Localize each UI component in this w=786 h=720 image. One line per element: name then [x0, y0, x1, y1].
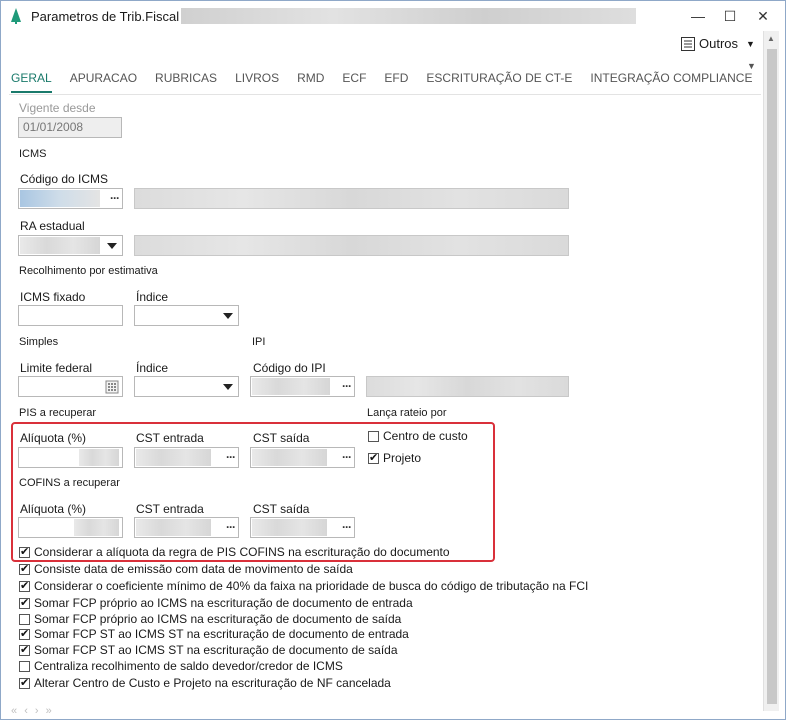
tab-integracao-compliance[interactable]: INTEGRAÇÃO COMPLIANCE: [590, 71, 752, 93]
scroll-up-icon[interactable]: ▲: [767, 34, 775, 43]
title-redacted: [181, 8, 636, 24]
checkbox-box[interactable]: [19, 643, 30, 656]
lookup-icon[interactable]: ···: [110, 191, 120, 205]
ra-estadual-description: [134, 235, 569, 256]
codigo-ipi-description: [366, 376, 569, 397]
checkbox-label: Centraliza recolhimento de saldo devedor…: [34, 659, 343, 673]
icms-fixado-input[interactable]: [18, 305, 123, 326]
checkbox-fcp-proprio-saida[interactable]: Somar FCP próprio ao ICMS na escrituraçã…: [19, 612, 401, 626]
checkbox-box[interactable]: [19, 627, 30, 640]
tabs-divider: [9, 94, 761, 95]
vigente-field: 01/01/2008: [18, 117, 122, 138]
icms-section-title: ICMS: [19, 148, 47, 160]
tab-geral[interactable]: GERAL: [11, 71, 52, 93]
tab-escrituracao-cte[interactable]: ESCRITURAÇÃO DE CT-E: [426, 71, 572, 93]
ipi-section-title: IPI: [252, 336, 266, 348]
limite-federal-label: Limite federal: [20, 361, 93, 375]
calculator-icon[interactable]: [105, 380, 119, 397]
chevron-down-icon: [223, 313, 233, 319]
checkbox-coeficiente-fci[interactable]: Considerar o coeficiente mínimo de 40% d…: [19, 579, 588, 593]
checkbox-consiste-data-emissao[interactable]: Consiste data de emissão com data de mov…: [19, 562, 353, 576]
checkbox-label: Considerar a alíquota da regra de PIS CO…: [34, 545, 450, 559]
checkbox-label: Somar FCP ST ao ICMS ST na escrituração …: [34, 643, 398, 657]
tab-rubricas[interactable]: RUBRICAS: [155, 71, 217, 93]
checkbox-box[interactable]: [19, 545, 30, 558]
codigo-ipi-label: Código do IPI: [253, 361, 326, 375]
vertical-scrollbar[interactable]: ▲: [763, 31, 779, 711]
last-record-icon[interactable]: »: [46, 705, 54, 717]
next-record-icon[interactable]: ›: [35, 705, 41, 717]
checkbox-box[interactable]: [19, 596, 30, 609]
checkbox-box[interactable]: [19, 660, 30, 672]
checkbox-fcp-proprio-entrada[interactable]: Somar FCP próprio ao ICMS na escrituraçã…: [19, 596, 413, 610]
codigo-icms-label: Código do ICMS: [20, 172, 109, 186]
codigo-icms-description: [134, 188, 569, 209]
tab-efd[interactable]: EFD: [384, 71, 408, 93]
ra-estadual-select[interactable]: [18, 235, 123, 256]
window: Parametros de Trib.Fiscal — ☐ ✕ Outros ▼…: [0, 0, 786, 720]
checkbox-centraliza-recolhimento[interactable]: Centraliza recolhimento de saldo devedor…: [19, 659, 343, 673]
checkbox-label: Somar FCP próprio ao ICMS na escrituraçã…: [34, 612, 402, 626]
tab-apuracao[interactable]: APURACAO: [70, 71, 137, 93]
checkbox-label: Somar FCP próprio ao ICMS na escrituraçã…: [34, 596, 413, 610]
tab-bar: GERAL APURACAO RUBRICAS LIVROS RMD ECF E…: [11, 71, 770, 93]
previous-record-icon[interactable]: ‹: [24, 705, 30, 717]
indice-select[interactable]: [134, 305, 239, 326]
highlight-annotation: [11, 422, 495, 562]
title-bar: Parametros de Trib.Fiscal — ☐ ✕: [1, 1, 785, 31]
recolhimento-section-title: Recolhimento por estimativa: [19, 265, 158, 277]
tab-rmd[interactable]: RMD: [297, 71, 324, 93]
simples-section-title: Simples: [19, 336, 59, 348]
outros-label: Outros: [699, 36, 739, 51]
chevron-down-icon: [107, 243, 117, 249]
icms-fixado-label: ICMS fixado: [20, 290, 86, 304]
checkbox-label: Somar FCP ST ao ICMS ST na escrituração …: [34, 627, 409, 641]
tabs-overflow-icon[interactable]: ▼: [747, 61, 756, 71]
chevron-down-icon: [223, 384, 233, 390]
checkbox-label: Considerar o coeficiente mínimo de 40% d…: [34, 579, 589, 593]
limite-federal-input[interactable]: [18, 376, 123, 397]
minimize-button[interactable]: —: [681, 1, 715, 31]
indice-label: Índice: [136, 290, 169, 304]
pis-section-title: PIS a recuperar: [19, 407, 97, 419]
checkbox-box[interactable]: [19, 579, 30, 592]
tab-ecf[interactable]: ECF: [342, 71, 366, 93]
vigente-label: Vigente desde: [19, 101, 96, 115]
scroll-thumb[interactable]: [767, 49, 777, 704]
close-button[interactable]: ✕: [741, 1, 785, 31]
lanca-rateio-label: Lança rateio por: [367, 407, 447, 419]
checkbox-fcp-st-entrada[interactable]: Somar FCP ST ao ICMS ST na escrituração …: [19, 627, 409, 641]
checkbox-label: Consiste data de emissão com data de mov…: [34, 562, 353, 576]
chevron-down-icon: ▼: [746, 38, 755, 49]
codigo-ipi-input[interactable]: ···: [250, 376, 355, 397]
checkbox-box[interactable]: [19, 676, 30, 689]
list-icon: [681, 36, 695, 51]
window-title: Parametros de Trib.Fiscal: [31, 9, 180, 24]
indice-simples-label: Índice: [136, 361, 169, 375]
checkbox-box[interactable]: [19, 613, 30, 625]
first-record-icon[interactable]: «: [11, 705, 19, 717]
checkbox-aliquota-regra-pis-cofins[interactable]: Considerar a alíquota da regra de PIS CO…: [19, 545, 450, 559]
codigo-icms-input[interactable]: ···: [18, 188, 123, 209]
app-logo-icon: [9, 8, 23, 27]
outros-menu-button[interactable]: Outros ▼: [681, 36, 755, 51]
checkbox-alterar-centro-custo-nf-cancelada[interactable]: Alterar Centro de Custo e Projeto na esc…: [19, 676, 391, 690]
checkbox-box[interactable]: [19, 562, 30, 575]
navigation-arrows: « ‹ › »: [11, 705, 54, 717]
lookup-icon[interactable]: ···: [342, 379, 352, 393]
indice-simples-select[interactable]: [134, 376, 239, 397]
checkbox-label: Alterar Centro de Custo e Projeto na esc…: [34, 676, 391, 690]
checkbox-fcp-st-saida[interactable]: Somar FCP ST ao ICMS ST na escrituração …: [19, 643, 398, 657]
tab-livros[interactable]: LIVROS: [235, 71, 279, 93]
ra-estadual-label: RA estadual: [20, 219, 85, 233]
